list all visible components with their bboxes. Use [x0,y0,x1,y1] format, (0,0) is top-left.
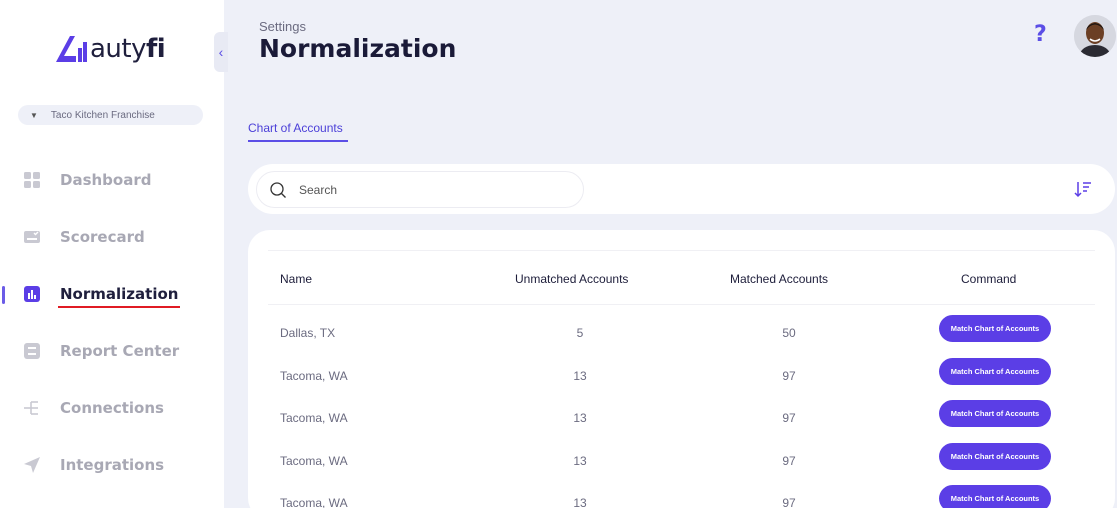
cell-name: Tacoma, WA [280,454,348,468]
sidebar-item-label: Dashboard [60,171,152,189]
table-row: Dallas, TX 5 50 Match Chart of Accounts [248,313,1115,355]
column-header-unmatched: Unmatched Accounts [515,272,629,286]
cell-name: Tacoma, WA [280,369,348,383]
chevron-left-icon: ‹ [218,44,224,60]
match-chart-of-accounts-button[interactable]: Match Chart of Accounts [939,315,1051,342]
sidebar-item-label: Report Center [60,342,180,360]
search-icon [270,181,286,198]
logo-text: autyfi [90,34,166,64]
match-chart-of-accounts-button[interactable]: Match Chart of Accounts [939,485,1051,508]
sidebar: autyfi ‹ ▼ Taco Kitchen Franchise Dashbo… [0,0,228,508]
logo-mark-icon [56,36,87,62]
cell-name: Dallas, TX [280,326,336,340]
sort-icon [1074,182,1091,198]
column-header-name: Name [280,272,313,286]
logo-text-prefix: auty [90,34,147,64]
match-chart-of-accounts-button[interactable]: Match Chart of Accounts [939,443,1051,470]
tab-chart-of-accounts[interactable]: Chart of Accounts [248,121,343,135]
search-box[interactable] [256,171,584,208]
org-selector-label: Taco Kitchen Franchise [50,109,155,121]
sort-button[interactable] [1074,180,1092,198]
cell-name: Tacoma, WA [280,496,348,508]
table-row: Tacoma, WA 13 97 Match Chart of Accounts [248,483,1115,508]
org-selector[interactable]: ▼ Taco Kitchen Franchise [18,105,203,125]
caret-down-icon: ▼ [30,110,38,120]
cell-matched: 50 [782,326,796,340]
sidebar-item-normalization[interactable]: Normalization [0,274,224,314]
cell-unmatched: 13 [573,411,587,425]
scorecard-icon [22,227,42,247]
divider [268,250,1095,251]
sidebar-item-scorecard[interactable]: Scorecard [0,217,224,257]
grid-icon [22,170,42,190]
cell-unmatched: 13 [573,369,587,383]
sidebar-item-dashboard[interactable]: Dashboard [0,160,224,200]
sidebar-item-connections[interactable]: Connections [0,388,224,428]
help-icon[interactable]: ? [1034,22,1047,47]
sidebar-item-label: Connections [60,399,164,417]
cell-unmatched: 5 [576,326,584,340]
accounts-table: Name Unmatched Accounts Matched Accounts… [248,230,1115,508]
divider [268,304,1095,305]
sidebar-item-label: Normalization [57,285,181,308]
send-icon [22,455,42,475]
sidebar-item-report-center[interactable]: Report Center [0,331,224,371]
sidebar-item-integrations[interactable]: Integrations [0,445,224,485]
table-row: Tacoma, WA 13 97 Match Chart of Accounts [248,398,1115,440]
tab-underline [248,140,348,142]
cell-unmatched: 13 [573,496,587,508]
cell-matched: 97 [782,496,796,508]
search-input[interactable] [299,182,549,197]
sidebar-item-label: Integrations [60,456,165,474]
search-bar-card [248,164,1115,214]
sidebar-item-label: Scorecard [60,228,145,246]
table-row: Tacoma, WA 13 97 Match Chart of Accounts [248,441,1115,483]
column-header-command: Command [961,272,1017,286]
logo-text-suffix: fi [146,34,166,64]
cell-unmatched: 13 [573,454,587,468]
cell-matched: 97 [782,411,796,425]
column-header-matched: Matched Accounts [730,272,829,286]
page-title: Normalization [259,34,457,63]
connections-icon [22,398,42,418]
report-list-icon [22,341,42,361]
cell-matched: 97 [782,454,796,468]
table-row: Tacoma, WA 13 97 Match Chart of Accounts [248,356,1115,398]
cell-matched: 97 [782,369,796,383]
bar-chart-icon [22,284,42,304]
app-logo[interactable]: autyfi [54,34,166,64]
breadcrumb: Settings [259,19,306,34]
match-chart-of-accounts-button[interactable]: Match Chart of Accounts [939,358,1051,385]
avatar[interactable] [1074,15,1116,57]
cell-name: Tacoma, WA [280,411,348,425]
match-chart-of-accounts-button[interactable]: Match Chart of Accounts [939,400,1051,427]
collapse-sidebar-button[interactable]: ‹ [214,32,228,72]
